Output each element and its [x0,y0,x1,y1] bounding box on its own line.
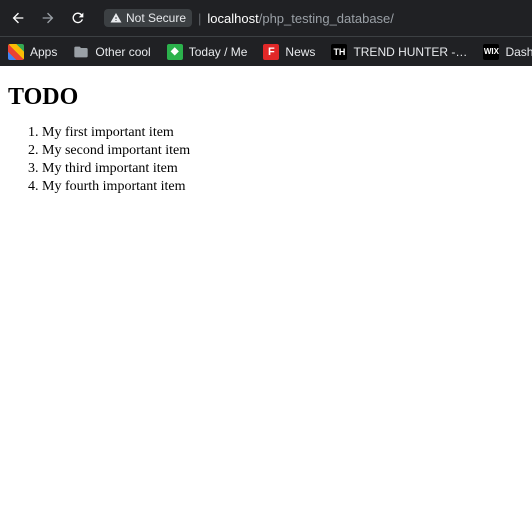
bookmark-label: TREND HUNTER -… [353,45,467,59]
trendhunter-icon: TH [331,44,347,60]
forward-button[interactable] [38,8,58,28]
list-item: My first important item [42,125,524,141]
address-divider: | [198,11,201,26]
bookmark-label: Dashboard | Wix.c… [505,45,532,59]
list-item: My fourth important item [42,179,524,195]
back-button[interactable] [8,8,28,28]
bookmark-label: Other cool [95,45,150,59]
list-item: My third important item [42,161,524,177]
warning-icon [110,12,122,24]
security-label: Not Secure [126,11,186,25]
bookmark-label: Apps [30,45,57,59]
flipboard-icon: F [263,44,279,60]
apps-icon [8,44,24,60]
reload-button[interactable] [68,8,88,28]
bookmarks-bar: Apps Other cool ◆ Today / Me F News TH T… [0,36,532,66]
bookmark-trendhunter[interactable]: TH TREND HUNTER -… [331,44,467,60]
url-text: localhost/php_testing_database/ [207,11,393,26]
list-item: My second important item [42,143,524,159]
bookmark-flipboard[interactable]: F News [263,44,315,60]
url-path: /php_testing_database/ [259,11,394,26]
bookmark-wix[interactable]: WIX Dashboard | Wix.c… [483,44,532,60]
bookmark-label: Today / Me [189,45,248,59]
feedly-icon: ◆ [167,44,183,60]
page-heading: TODO [8,84,524,111]
bookmark-label: News [285,45,315,59]
bookmark-feedly[interactable]: ◆ Today / Me [167,44,248,60]
browser-toolbar: Not Secure | localhost/php_testing_datab… [0,0,532,36]
bookmark-folder-other-cool[interactable]: Other cool [73,44,150,60]
url-host: localhost [207,11,258,26]
page-content: TODO My first important item My second i… [0,66,532,520]
security-indicator[interactable]: Not Secure [104,9,192,27]
wix-icon: WIX [483,44,499,60]
todo-list: My first important item My second import… [42,125,524,195]
address-bar[interactable]: Not Secure | localhost/php_testing_datab… [98,4,524,32]
folder-icon [73,44,89,60]
bookmark-apps[interactable]: Apps [8,44,57,60]
